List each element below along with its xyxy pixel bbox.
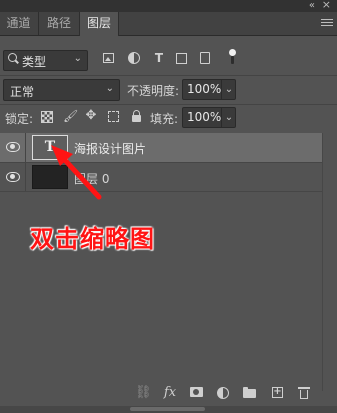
opacity-value: 100% [187,82,222,96]
pixel-layer-thumbnail[interactable] [32,165,68,189]
image-filter-icon[interactable] [103,53,114,63]
filter-kind-select[interactable]: 类型 ⌄ [3,50,88,71]
lock-label: 锁定: [5,112,34,126]
scrollbar-thumb[interactable] [130,407,205,411]
fill-value: 100% [187,110,222,124]
fill-field[interactable]: 100% ⌄ [182,107,236,128]
adjustment-filter-icon[interactable] [128,52,140,64]
adjustment-layer-icon[interactable] [217,387,229,399]
opacity-label: 不透明度: [127,84,180,98]
panel-menu-icon[interactable] [321,17,333,29]
collapse-panel-icon[interactable]: « [309,0,315,11]
lock-row: 锁定: 🖌 ✥ 填充: 100% ⌄ [0,106,337,128]
eye-visibility-icon[interactable] [6,172,20,182]
lock-transparency-icon[interactable] [41,111,53,123]
panel-tab-bar: 通道 路径 图层 [0,12,337,36]
delete-layer-icon[interactable] [298,387,312,399]
layer-list-scrollbar[interactable] [322,133,337,391]
shape-filter-icon[interactable] [176,53,187,64]
layer-row-text[interactable]: T 海报设计图片 [0,133,322,163]
tab-channels[interactable]: 通道 [0,12,37,35]
layer-row-pixel[interactable]: 图层 0 [0,163,322,192]
divider [25,163,26,191]
divider [25,133,26,162]
opacity-dropdown-icon[interactable]: ⌄ [221,80,236,99]
divider [0,104,337,105]
lock-pixels-brush-icon[interactable]: 🖌 [63,110,78,122]
type-t-icon: T [44,139,56,155]
chevron-down-icon: ⌄ [105,83,114,94]
blend-mode-select[interactable]: 正常 ⌄ [3,79,120,101]
eye-visibility-icon[interactable] [6,142,20,152]
chevron-down-icon: ⌄ [73,53,82,64]
fill-dropdown-icon[interactable]: ⌄ [221,108,236,127]
add-mask-icon[interactable] [190,387,203,397]
layers-panel: « × 通道 路径 图层 类型 ⌄ T 正常 ⌄ 不透明度: 100% ⌄ 锁定… [0,0,337,413]
close-panel-icon[interactable]: × [322,0,331,11]
tab-layers[interactable]: 图层 [79,12,119,36]
layer-name[interactable]: 图层 0 [74,170,109,187]
horizontal-scrollbar[interactable] [0,406,337,413]
panel-top-strip: « × [0,0,337,12]
new-layer-icon[interactable]: + [272,387,283,398]
smart-object-filter-icon[interactable] [200,52,210,64]
layer-name[interactable]: 海报设计图片 [74,140,146,157]
fill-label: 填充: [150,112,179,126]
layer-list: T 海报设计图片 图层 0 [0,133,337,378]
lock-position-move-icon[interactable]: ✥ [85,109,97,122]
blend-mode-value: 正常 [10,85,35,99]
type-filter-icon[interactable]: T [153,52,165,64]
layers-bottom-toolbar: ⛓ fx + [0,378,337,406]
filter-kind-label: 类型 [22,55,47,69]
search-icon [8,53,17,62]
fx-icon[interactable]: fx [163,386,177,399]
layer-filter-row: 类型 ⌄ T [0,44,337,74]
lock-all-icon[interactable] [131,110,143,122]
link-layers-icon[interactable]: ⛓ [135,386,152,399]
annotation-label: 双击缩略图 [30,225,155,253]
opacity-field[interactable]: 100% ⌄ [182,79,236,100]
new-group-icon[interactable] [243,387,256,398]
lock-artboard-icon[interactable] [108,111,119,122]
blend-row: 正常 ⌄ 不透明度: 100% ⌄ [0,76,337,102]
filter-toggle-icon[interactable] [229,49,236,64]
text-layer-thumbnail[interactable]: T [32,135,68,160]
tab-paths[interactable]: 路径 [38,12,79,35]
